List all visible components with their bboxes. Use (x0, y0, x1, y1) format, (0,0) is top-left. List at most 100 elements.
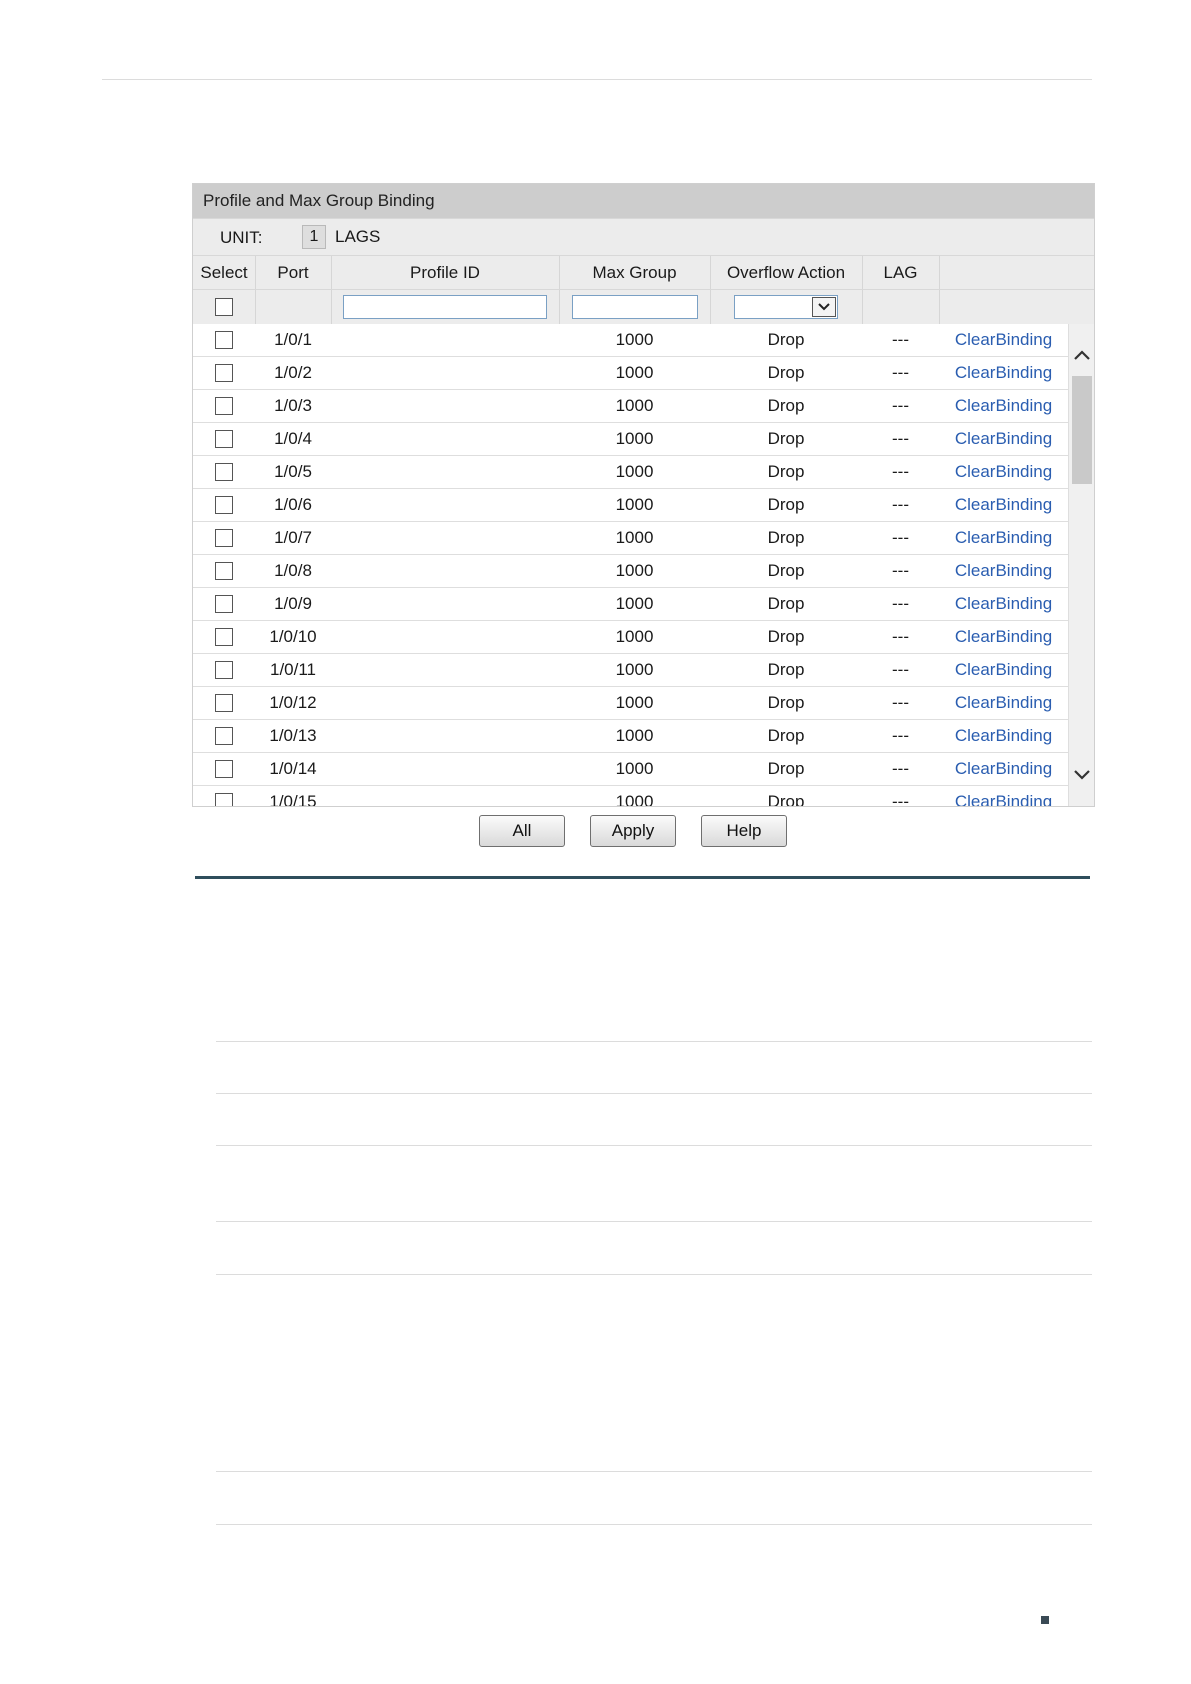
clear-binding-link[interactable]: ClearBinding (955, 627, 1052, 647)
table-row: 1/0/2 1000 Drop --- ClearBinding (193, 356, 1094, 389)
unit-selector-row: UNIT: 1 LAGS (193, 218, 1094, 255)
port-cell: 1/0/13 (255, 720, 331, 752)
overflow-action-cell: Drop (710, 687, 862, 719)
profile-id-cell (331, 654, 559, 686)
table-row: 1/0/12 1000 Drop --- ClearBinding (193, 686, 1094, 719)
overflow-action-cell: Drop (710, 588, 862, 620)
help-button[interactable]: Help (701, 815, 787, 847)
clear-binding-link[interactable]: ClearBinding (955, 528, 1052, 548)
row-select-checkbox[interactable] (215, 496, 233, 514)
row-select-checkbox[interactable] (215, 562, 233, 580)
row-select-checkbox[interactable] (215, 661, 233, 679)
col-max-group: Max Group (592, 262, 677, 282)
section-divider (195, 876, 1090, 879)
port-value: 1/0/6 (274, 495, 312, 514)
clear-binding-link[interactable]: ClearBinding (955, 330, 1052, 350)
lag-value: --- (892, 660, 909, 679)
port-value: 1/0/8 (274, 561, 312, 580)
port-value: 1/0/7 (274, 528, 312, 547)
row-select-checkbox[interactable] (215, 430, 233, 448)
table-row: 1/0/10 1000 Drop --- ClearBinding (193, 620, 1094, 653)
row-select-checkbox[interactable] (215, 628, 233, 646)
chevron-down-icon[interactable] (812, 297, 836, 317)
select-cell (193, 555, 255, 587)
table-row: 1/0/6 1000 Drop --- ClearBinding (193, 488, 1094, 521)
overflow-action-cell: Drop (710, 786, 862, 806)
row-select-checkbox[interactable] (215, 331, 233, 349)
row-select-checkbox[interactable] (215, 793, 233, 806)
lag-cell: --- (862, 324, 939, 356)
scrollbar-thumb[interactable] (1072, 376, 1092, 484)
scroll-up-icon[interactable] (1073, 348, 1091, 366)
clear-binding-link[interactable]: ClearBinding (955, 429, 1052, 449)
overflow-action-value: Drop (767, 693, 805, 712)
row-select-checkbox[interactable] (215, 529, 233, 547)
profile-id-cell (331, 489, 559, 521)
clear-binding-link[interactable]: ClearBinding (955, 792, 1052, 806)
action-cell: ClearBinding (939, 456, 1068, 488)
clear-binding-link[interactable]: ClearBinding (955, 396, 1052, 416)
overflow-action-cell: Drop (710, 621, 862, 653)
row-select-checkbox[interactable] (215, 760, 233, 778)
profile-id-input[interactable] (343, 295, 547, 319)
row-select-checkbox[interactable] (215, 694, 233, 712)
select-all-checkbox[interactable] (215, 298, 233, 316)
max-group-value: 1000 (615, 528, 654, 547)
clear-binding-link[interactable]: ClearBinding (955, 462, 1052, 482)
clear-binding-link[interactable]: ClearBinding (955, 759, 1052, 779)
doc-rule (216, 1524, 1092, 1525)
overflow-action-value: Drop (767, 594, 805, 613)
overflow-action-value: Drop (767, 792, 805, 806)
table-row: 1/0/4 1000 Drop --- ClearBinding (193, 422, 1094, 455)
port-value: 1/0/12 (269, 693, 317, 712)
overflow-action-cell: Drop (710, 357, 862, 389)
overflow-action-value: Drop (767, 330, 805, 349)
clear-binding-link[interactable]: ClearBinding (955, 363, 1052, 383)
profile-id-cell (331, 357, 559, 389)
clear-binding-link[interactable]: ClearBinding (955, 594, 1052, 614)
overflow-action-value: Drop (767, 363, 805, 382)
port-cell: 1/0/8 (255, 555, 331, 587)
max-group-value: 1000 (615, 396, 654, 415)
port-value: 1/0/9 (274, 594, 312, 613)
clear-binding-link[interactable]: ClearBinding (955, 726, 1052, 746)
unit-1-button[interactable]: 1 (302, 225, 326, 249)
port-value: 1/0/1 (274, 330, 312, 349)
row-select-checkbox[interactable] (215, 364, 233, 382)
max-group-cell: 1000 (559, 423, 710, 455)
doc-rule (216, 1145, 1092, 1146)
lag-cell: --- (862, 357, 939, 389)
table-body: 1/0/1 1000 Drop --- ClearBinding 1/0/2 1000 Dro… (193, 324, 1094, 806)
doc-rule (216, 1041, 1092, 1042)
select-cell (193, 456, 255, 488)
max-group-input[interactable] (571, 295, 698, 319)
row-select-checkbox[interactable] (215, 727, 233, 745)
overflow-action-select[interactable] (734, 295, 838, 319)
apply-button[interactable]: Apply (590, 815, 676, 847)
row-select-checkbox[interactable] (215, 397, 233, 415)
lag-cell: --- (862, 390, 939, 422)
clear-binding-link[interactable]: ClearBinding (955, 693, 1052, 713)
profile-id-cell (331, 522, 559, 554)
clear-binding-link[interactable]: ClearBinding (955, 660, 1052, 680)
port-value: 1/0/14 (269, 759, 317, 778)
clear-binding-link[interactable]: ClearBinding (955, 495, 1052, 515)
max-group-cell: 1000 (559, 720, 710, 752)
select-cell (193, 522, 255, 554)
select-cell (193, 390, 255, 422)
clear-binding-link[interactable]: ClearBinding (955, 561, 1052, 581)
table-row: 1/0/3 1000 Drop --- ClearBinding (193, 389, 1094, 422)
port-cell: 1/0/3 (255, 390, 331, 422)
max-group-value: 1000 (615, 561, 654, 580)
lags-link[interactable]: LAGS (335, 227, 380, 247)
all-button[interactable]: All (479, 815, 565, 847)
select-cell (193, 687, 255, 719)
row-select-checkbox[interactable] (215, 595, 233, 613)
row-select-checkbox[interactable] (215, 463, 233, 481)
scroll-down-icon[interactable] (1073, 768, 1091, 786)
lag-value: --- (892, 396, 909, 415)
vertical-scrollbar[interactable] (1068, 324, 1094, 806)
overflow-action-cell: Drop (710, 753, 862, 785)
overflow-action-value: Drop (767, 660, 805, 679)
port-value: 1/0/15 (269, 792, 317, 806)
